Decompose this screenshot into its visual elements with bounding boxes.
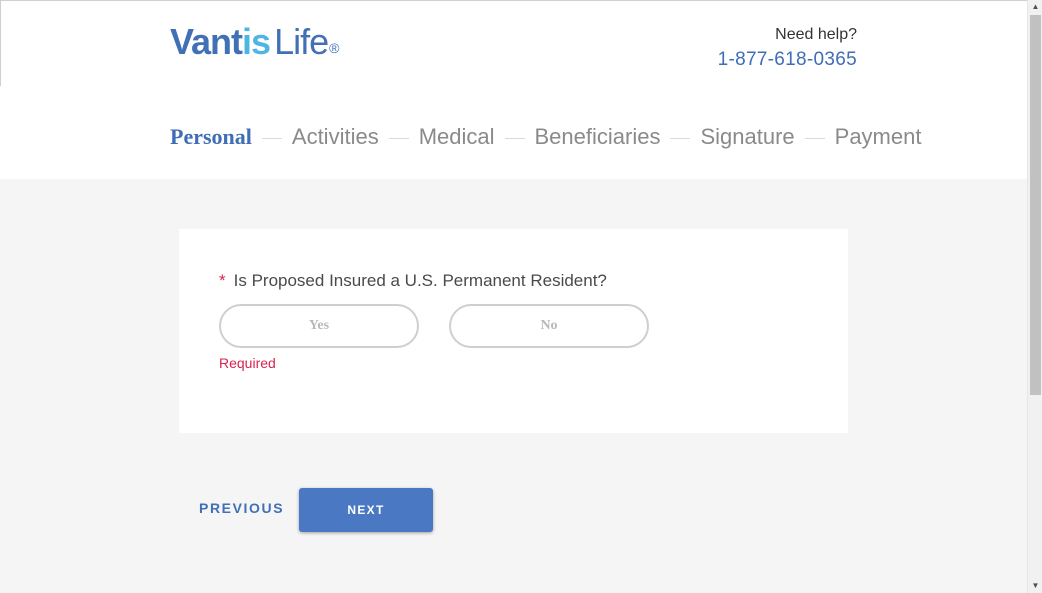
step-activities: Activities [291, 124, 379, 149]
required-marker: * [219, 271, 226, 290]
no-option-button[interactable]: No [449, 304, 649, 348]
question-card: * Is Proposed Insured a U.S. Permanent Re… [179, 229, 848, 433]
step-separator [261, 137, 282, 139]
step-separator [388, 137, 409, 139]
site-header: Vantis Life® Need help? 1-877-618-0365 Pe… [0, 0, 1027, 179]
logo-text-is: is [242, 21, 271, 62]
next-button[interactable]: NEXT [299, 488, 433, 532]
logo-text-vant: Vant [170, 21, 243, 62]
previous-button[interactable]: PREVIOUS [199, 499, 284, 517]
question-text: Is Proposed Insured a U.S. Permanent Res… [233, 271, 607, 290]
scroll-down-arrow-icon[interactable]: ▼ [1028, 579, 1042, 593]
frame-top-border [0, 0, 1027, 1]
page-viewport: Vantis Life® Need help? 1-877-618-0365 Pe… [0, 0, 1027, 593]
progress-steps: Personal Activities Medical Beneficiarie… [170, 122, 921, 152]
step-beneficiaries: Beneficiaries [534, 124, 661, 149]
yes-option-button[interactable]: Yes [219, 304, 419, 348]
logo-registered-mark: ® [329, 40, 339, 56]
help-contact: Need help? 1-877-618-0365 [718, 26, 857, 72]
scrollbar-thumb[interactable] [1030, 15, 1041, 395]
step-separator [504, 137, 525, 139]
help-label: Need help? [775, 26, 857, 43]
vertical-scrollbar[interactable]: ▲ ▼ [1027, 0, 1042, 593]
logo-text-life: Life [274, 21, 329, 62]
vantis-life-logo[interactable]: Vantis Life® [170, 21, 339, 62]
frame-left-border [0, 0, 1, 86]
step-personal: Personal [170, 124, 252, 149]
step-medical: Medical [418, 124, 495, 149]
scroll-up-arrow-icon[interactable]: ▲ [1028, 0, 1042, 14]
step-signature: Signature [700, 124, 795, 149]
help-phone-link[interactable]: 1-877-618-0365 [718, 48, 857, 72]
step-payment: Payment [834, 124, 922, 149]
question-label: * Is Proposed Insured a U.S. Permanent Re… [219, 270, 607, 292]
step-separator [670, 137, 691, 139]
required-error-message: Required [219, 355, 276, 371]
step-separator [804, 137, 825, 139]
